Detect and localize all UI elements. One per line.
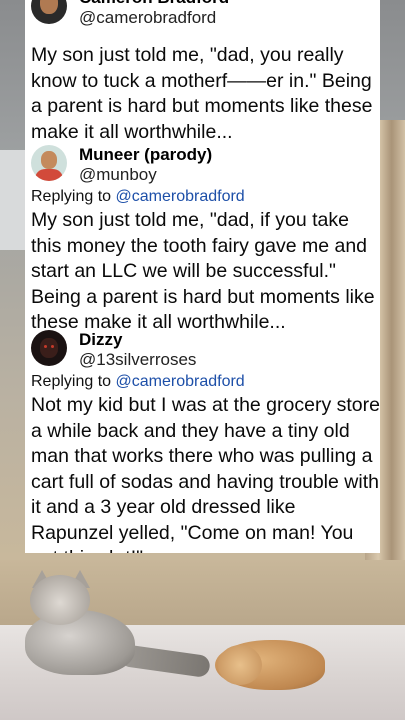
- display-name[interactable]: Dizzy: [79, 330, 196, 350]
- handle[interactable]: @13silverroses: [79, 350, 196, 370]
- avatar-eye-icon: [44, 345, 47, 348]
- mention-link[interactable]: @camerobradford: [116, 188, 245, 205]
- orange-cat-head: [218, 645, 262, 685]
- tweet-header: Dizzy @13silverroses: [31, 330, 196, 370]
- handle[interactable]: @camerobradford: [79, 8, 229, 28]
- avatar-face-icon: [41, 151, 57, 169]
- display-name[interactable]: Muneer (parody): [79, 145, 212, 165]
- handle[interactable]: @munboy: [79, 165, 212, 185]
- avatar[interactable]: [31, 145, 67, 181]
- replying-to-label: Replying to: [31, 188, 112, 205]
- tweet-thread-card: Cameron Bradford @camerobradford My son …: [25, 0, 380, 553]
- replying-to: Replying to @camerobradford: [31, 187, 245, 207]
- avatar-shirt-icon: [35, 169, 63, 181]
- avatar-eye-icon: [51, 345, 54, 348]
- tweet-text: My son just told me, "dad, if you take t…: [31, 209, 375, 333]
- replying-to-label: Replying to: [31, 373, 112, 390]
- display-name[interactable]: Cameron Bradford: [79, 0, 229, 8]
- replying-to: Replying to @camerobradford: [31, 372, 245, 392]
- avatar-face-icon: [40, 338, 58, 358]
- tweet-text: Not my kid but I was at the grocery stor…: [31, 394, 380, 553]
- tweet-header: Muneer (parody) @munboy: [31, 145, 212, 185]
- grey-cat-head: [30, 575, 90, 625]
- avatar[interactable]: [31, 330, 67, 366]
- tweet-header: Cameron Bradford @camerobradford: [31, 0, 229, 28]
- tweet-text: My son just told me, "dad, you really kn…: [31, 44, 373, 143]
- avatar-glasses-icon: [39, 0, 59, 5]
- mention-link[interactable]: @camerobradford: [116, 373, 245, 390]
- avatar[interactable]: [31, 0, 67, 24]
